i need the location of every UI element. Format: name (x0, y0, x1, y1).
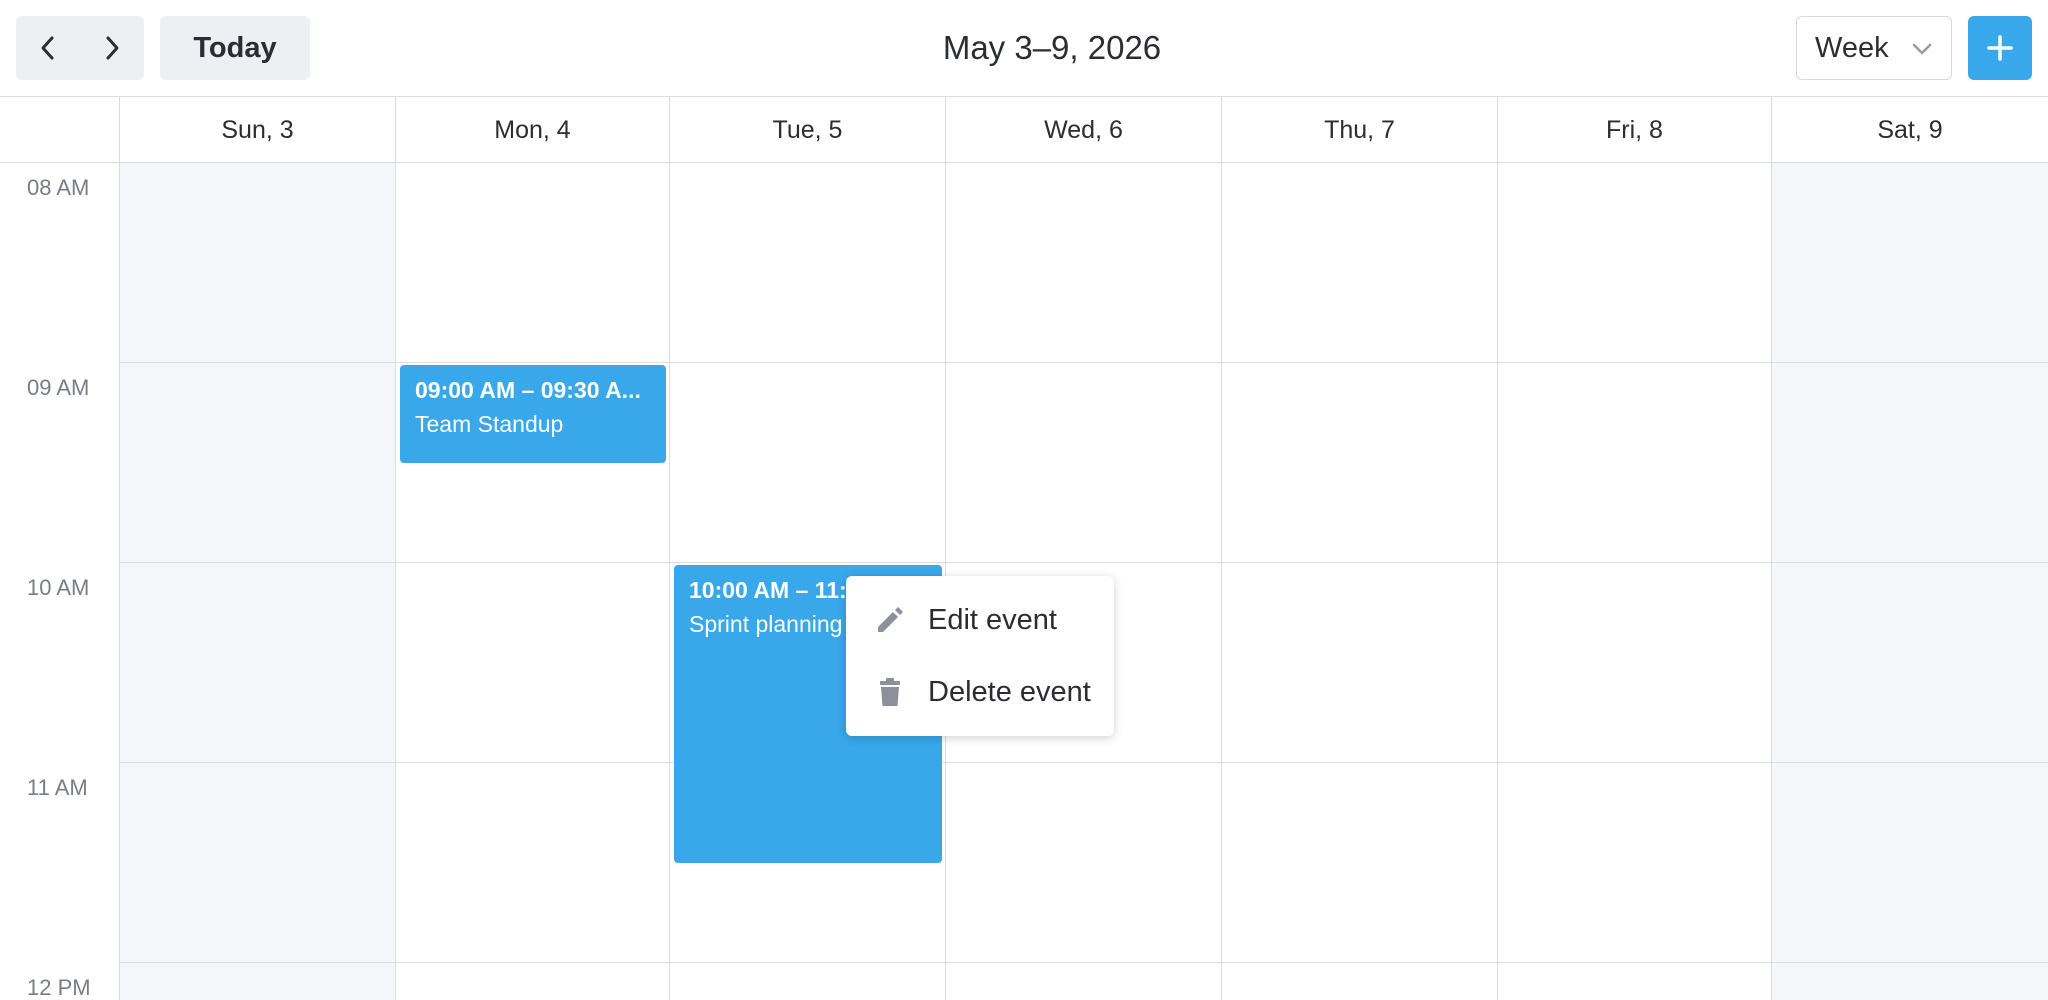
day-column-thu[interactable] (1221, 163, 1497, 1000)
day-header[interactable]: Sat, 9 (1771, 97, 2048, 163)
delete-event-menu-item[interactable]: Delete event (846, 656, 1114, 728)
day-header[interactable]: Tue, 5 (669, 97, 945, 163)
date-range-title: May 3–9, 2026 (942, 29, 1162, 66)
day-header[interactable]: Sun, 3 (119, 97, 395, 163)
day-header[interactable]: Fri, 8 (1497, 97, 1771, 163)
next-week-button[interactable] (80, 16, 144, 80)
time-label: 11 AM (27, 775, 88, 800)
chevron-left-icon (41, 36, 54, 60)
edit-event-menu-item[interactable]: Edit event (846, 584, 1114, 656)
view-select-value: Week (1815, 31, 1889, 64)
chevron-down-icon (1912, 43, 1932, 55)
plus-icon (1987, 35, 2013, 61)
delete-event-label: Delete event (928, 675, 1091, 708)
time-label: 08 AM (27, 175, 90, 200)
hour-divider (119, 562, 2048, 563)
today-button[interactable]: Today (160, 16, 310, 80)
time-gutter: 08 AM 09 AM 10 AM 11 AM 12 PM (0, 163, 119, 1000)
navigation-group (16, 16, 144, 80)
event-title: Team Standup (415, 411, 564, 437)
event-team-standup[interactable]: 09:00 AM – 09:30 A... Team Standup (400, 365, 666, 463)
hour-divider (119, 962, 2048, 963)
event-time: 09:00 AM – 09:30 A... (415, 377, 641, 403)
previous-week-button[interactable] (16, 16, 80, 80)
hour-divider (119, 362, 2048, 363)
day-header[interactable]: Mon, 4 (395, 97, 669, 163)
day-column-sat[interactable] (1771, 163, 2048, 1000)
day-column-sun[interactable] (119, 163, 395, 1000)
add-event-button[interactable] (1968, 16, 2032, 80)
time-label: 12 PM (27, 975, 91, 1000)
view-select[interactable]: Week (1796, 16, 1952, 80)
trash-icon (872, 674, 908, 710)
edit-event-label: Edit event (928, 603, 1057, 636)
day-header-row: Sun, 3 Mon, 4 Tue, 5 Wed, 6 Thu, 7 Fri, … (0, 97, 2048, 163)
pencil-icon (872, 602, 908, 638)
time-label: 10 AM (27, 575, 90, 600)
day-column-mon[interactable] (395, 163, 669, 1000)
hour-divider (119, 762, 2048, 763)
day-column-fri[interactable] (1497, 163, 1771, 1000)
day-header[interactable]: Wed, 6 (945, 97, 1221, 163)
day-header[interactable]: Thu, 7 (1221, 97, 1497, 163)
event-context-menu: Edit event Delete event (846, 576, 1114, 736)
time-label: 09 AM (27, 375, 90, 400)
chevron-right-icon (106, 36, 119, 60)
calendar-toolbar: Today May 3–9, 2026 Week (0, 0, 2048, 97)
